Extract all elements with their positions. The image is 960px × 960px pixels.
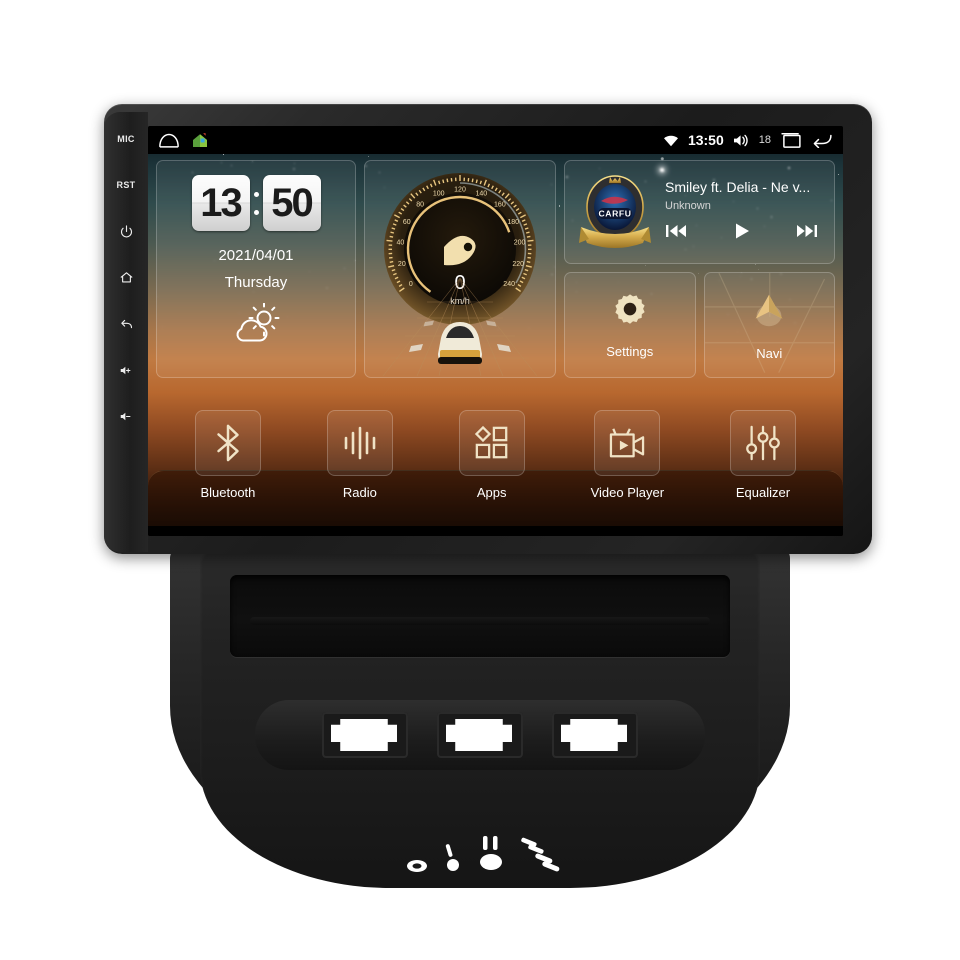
widget-grid: 13 50 2021/04/01 Thursday 0 20 40 60 80 … <box>156 160 835 378</box>
svg-text:180: 180 <box>507 219 519 226</box>
volume-icon <box>733 133 750 148</box>
clock-widget[interactable]: 13 50 2021/04/01 Thursday <box>156 160 356 378</box>
fan-speed-dial-markings <box>395 826 585 884</box>
album-art-text: CARFU <box>598 209 631 219</box>
equalizer-label: Equalizer <box>735 485 791 500</box>
car-on-road-icon <box>365 272 555 377</box>
svg-text:40: 40 <box>397 240 405 247</box>
mic-button[interactable]: MIC <box>112 128 140 150</box>
album-art: CARFU <box>575 171 655 253</box>
navi-tile[interactable]: Navi <box>703 272 835 378</box>
svg-text:200: 200 <box>514 240 526 247</box>
svg-text:160: 160 <box>494 202 506 209</box>
storage-tray <box>230 575 730 657</box>
video-camera-icon <box>594 410 661 476</box>
car-silhouette <box>438 322 482 364</box>
equalizer-sliders-icon <box>729 410 796 476</box>
tile-row: Settings Navi <box>564 272 835 378</box>
apps-label: Apps <box>476 485 507 500</box>
apps-app[interactable]: Apps <box>458 410 525 500</box>
previous-track-button[interactable] <box>665 223 687 244</box>
switch-cutout-2[interactable] <box>437 712 523 758</box>
media-controls <box>665 222 824 245</box>
next-track-button[interactable] <box>796 223 818 244</box>
navigation-arrow-icon <box>748 289 790 336</box>
back-arrow-icon[interactable] <box>811 132 833 148</box>
clock-minutes: 50 <box>262 175 321 231</box>
svg-text:60: 60 <box>403 219 411 226</box>
clock-hours: 13 <box>191 175 250 231</box>
media-info: Smiley ft. Delia - Ne v... Unknown <box>665 179 824 245</box>
video-player-label: Video Player <box>590 485 665 500</box>
home-outline-icon[interactable] <box>158 133 180 148</box>
clock-weekday: Thursday <box>224 274 288 291</box>
back-icon[interactable] <box>112 313 140 335</box>
wifi-icon <box>663 134 679 147</box>
settings-tile[interactable]: Settings <box>564 272 696 378</box>
volume-up-icon[interactable] <box>112 360 140 382</box>
clock-date: 2021/04/01 <box>218 247 294 264</box>
gear-icon <box>611 291 649 334</box>
track-artist: Unknown <box>665 200 711 212</box>
svg-text:220: 220 <box>512 261 524 268</box>
partly-cloudy-icon <box>229 302 283 350</box>
right-widget-column: CARFU Smiley ft. Delia - Ne v... Unknown <box>564 160 835 378</box>
switch-cutout-1[interactable] <box>322 712 408 758</box>
touchscreen-display[interactable]: 13:50 18 13 50 2021/04/01 Thursday 0 20 … <box>148 126 843 536</box>
switch-cutout-3[interactable] <box>552 712 638 758</box>
media-widget[interactable]: CARFU Smiley ft. Delia - Ne v... Unknown <box>564 160 835 264</box>
bluetooth-app[interactable]: Bluetooth <box>194 410 261 500</box>
reset-button[interactable]: RST <box>112 174 140 196</box>
apps-grid-icon <box>458 410 525 476</box>
home-icon[interactable] <box>112 267 140 289</box>
svg-text:100: 100 <box>433 190 445 197</box>
flip-clock: 13 50 <box>191 175 321 231</box>
svg-text:80: 80 <box>416 202 424 209</box>
clock-colon <box>253 191 259 215</box>
speedometer-widget[interactable]: 0 20 40 60 80 100 120 140 160 180 200 220 240 0 km/h <box>364 160 556 378</box>
status-time: 13:50 <box>687 132 724 148</box>
bluetooth-icon <box>194 410 261 476</box>
settings-tile-label: Settings <box>606 344 654 359</box>
radio-waves-icon <box>326 410 393 476</box>
volume-down-icon[interactable] <box>112 406 140 428</box>
play-button[interactable] <box>733 222 751 245</box>
side-buttons: MIC RST <box>106 128 146 428</box>
video-player-app[interactable]: Video Player <box>591 410 664 500</box>
android-status-bar: 13:50 18 <box>148 126 843 154</box>
bluetooth-label: Bluetooth <box>200 485 256 500</box>
green-house-app-icon[interactable] <box>192 132 208 148</box>
svg-text:120: 120 <box>454 187 466 194</box>
equalizer-app[interactable]: Equalizer <box>729 410 796 500</box>
storage-tray-lip <box>250 617 710 625</box>
radio-app[interactable]: Radio <box>326 410 393 500</box>
screen-bottom-edge <box>148 526 843 536</box>
svg-text:20: 20 <box>398 261 406 268</box>
svg-text:140: 140 <box>475 190 487 197</box>
radio-label: Radio <box>342 485 377 500</box>
app-dock: Bluetooth Radio Apps Video Player Equali… <box>148 410 843 530</box>
recents-icon[interactable] <box>780 132 802 148</box>
volume-level: 18 <box>758 134 771 146</box>
navi-tile-label: Navi <box>756 346 783 361</box>
track-title: Smiley ft. Delia - Ne v... <box>665 179 811 195</box>
power-icon[interactable] <box>112 221 140 243</box>
